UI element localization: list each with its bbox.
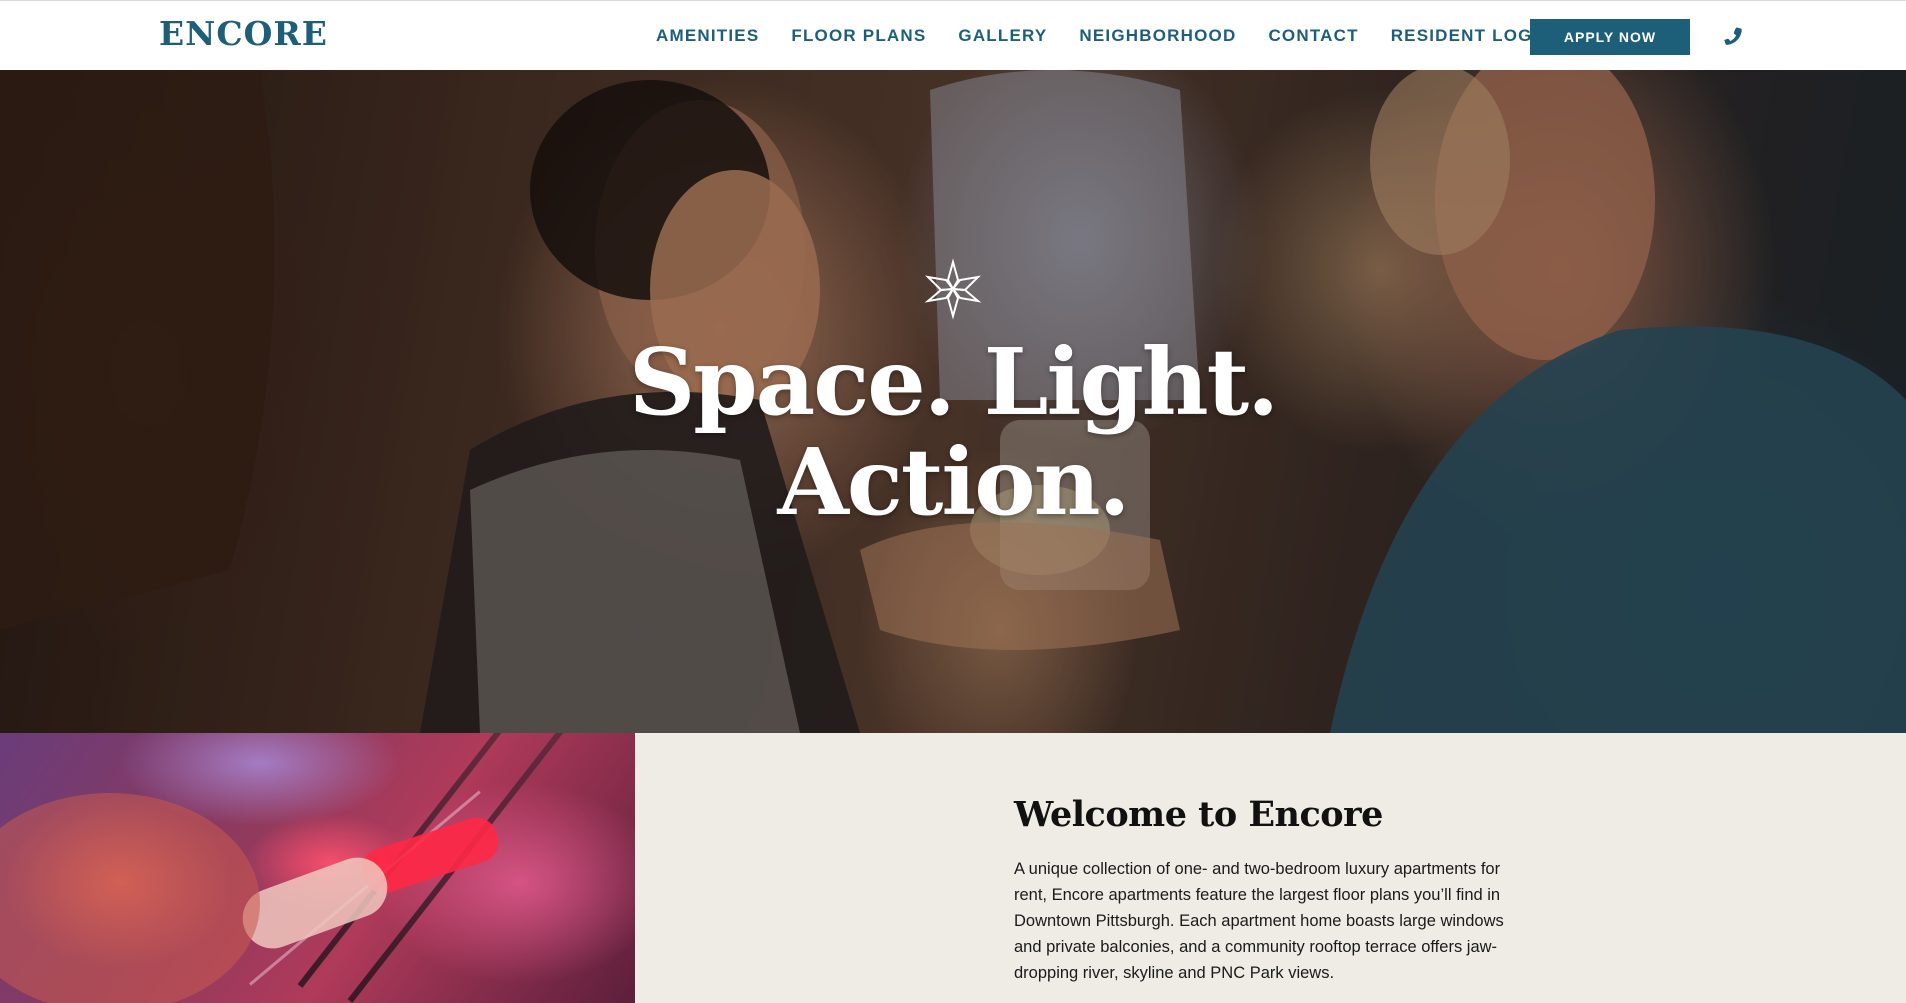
phone-icon[interactable] bbox=[1720, 23, 1746, 49]
hero-heading-line-2: Action. bbox=[777, 428, 1130, 536]
hero-heading-line-1: Space. Light. bbox=[628, 328, 1279, 436]
site-header: ENCORE AMENITIES FLOOR PLANS GALLERY NEI… bbox=[0, 0, 1906, 70]
nav-link-floor-plans[interactable]: FLOOR PLANS bbox=[791, 26, 926, 46]
nav-link-contact[interactable]: CONTACT bbox=[1268, 26, 1358, 46]
nav-link-amenities[interactable]: AMENITIES bbox=[656, 26, 759, 46]
hero-section: Space. Light. Action. bbox=[0, 70, 1906, 733]
nav-link-neighborhood[interactable]: NEIGHBORHOOD bbox=[1079, 26, 1236, 46]
main-nav: AMENITIES FLOOR PLANS GALLERY NEIGHBORHO… bbox=[656, 1, 1584, 71]
nav-link-resident-login[interactable]: RESIDENT LOGIN bbox=[1391, 26, 1552, 46]
welcome-title: Welcome to Encore bbox=[1014, 794, 1383, 835]
apply-now-button[interactable]: APPLY NOW bbox=[1530, 19, 1690, 55]
encore-logo[interactable]: ENCORE bbox=[159, 17, 328, 50]
welcome-cello-photo bbox=[0, 733, 635, 1003]
welcome-body-text: A unique collection of one- and two-bedr… bbox=[1014, 860, 1504, 982]
star-emblem-icon bbox=[922, 258, 984, 320]
nav-link-gallery[interactable]: GALLERY bbox=[958, 26, 1047, 46]
hero-heading: Space. Light. Action. bbox=[0, 332, 1906, 532]
